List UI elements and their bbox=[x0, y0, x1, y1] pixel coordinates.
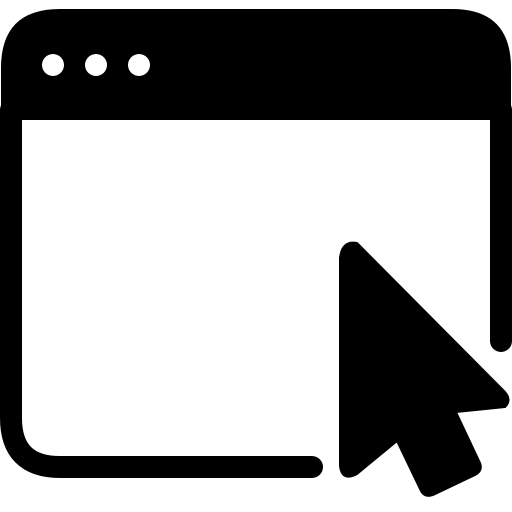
window-frame-left-bottom bbox=[0, 99, 323, 478]
browser-window-cursor-icon bbox=[0, 9, 512, 497]
icon-canvas bbox=[0, 0, 512, 512]
mouse-pointer-icon bbox=[339, 241, 510, 497]
window-control-dot-1 bbox=[42, 54, 64, 76]
title-bar bbox=[1, 9, 511, 120]
window-control-dot-3 bbox=[128, 54, 150, 76]
window-control-dot-2 bbox=[85, 54, 107, 76]
